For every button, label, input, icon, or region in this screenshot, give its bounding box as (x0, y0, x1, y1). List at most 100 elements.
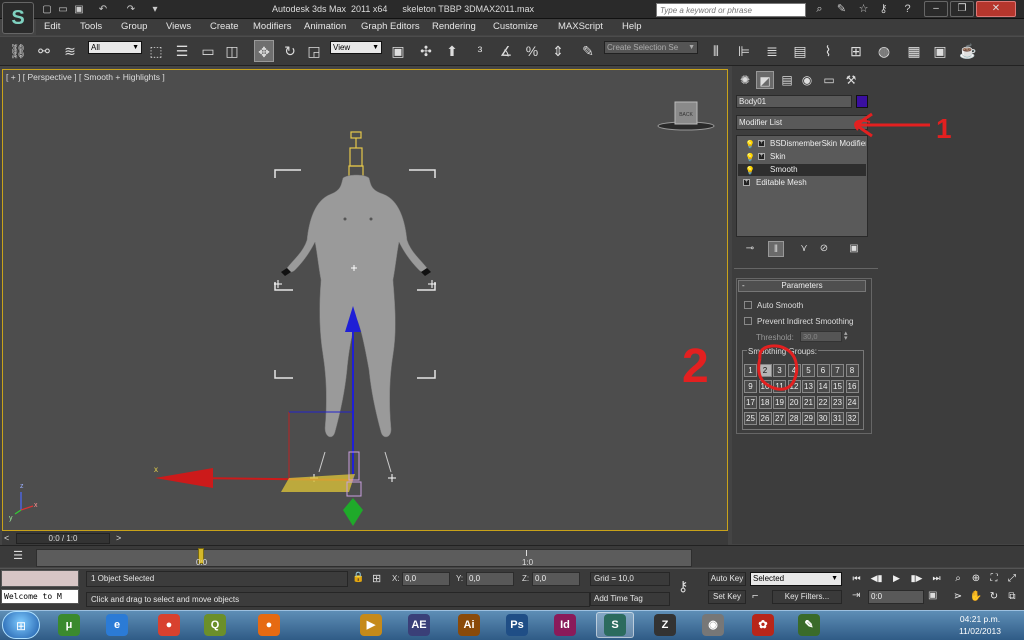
key-selection-dropdown[interactable]: Selected ▼ (750, 572, 842, 586)
smoothing-group-25-button[interactable]: 25 (744, 412, 757, 425)
lock-selection-icon[interactable]: 🔒 (352, 572, 364, 583)
create-tab-icon[interactable]: ✺ (736, 71, 754, 89)
head-bone[interactable] (348, 131, 364, 179)
render-setup-icon[interactable]: ▦ (904, 40, 924, 62)
menu-graph-editors[interactable]: Graph Editors (361, 21, 420, 32)
unlink-icon[interactable]: ⚯ (34, 40, 54, 62)
taskbar-paint-app-icon[interactable]: ✎ (790, 612, 828, 638)
bind-space-warp-icon[interactable]: ≋ (60, 40, 80, 62)
display-tab-icon[interactable]: ▭ (820, 71, 838, 89)
time-configuration-icon[interactable]: ▣ (928, 590, 937, 601)
taskbar-slide-app-icon[interactable]: ▶ (352, 612, 390, 638)
spinner-snap-icon[interactable]: ⇕ (548, 40, 568, 62)
add-time-tag-button[interactable]: Add Time Tag (590, 592, 670, 606)
rect-selection-icon[interactable]: ▭ (198, 40, 218, 62)
menu-modifiers[interactable]: Modifiers (253, 21, 292, 32)
taskbar-photoshop-icon[interactable]: Ps (498, 612, 536, 638)
smoothing-group-26-button[interactable]: 26 (758, 412, 772, 425)
menu-animation[interactable]: Animation (304, 21, 346, 32)
menu-maxscript[interactable]: MAXScript (558, 21, 603, 32)
help-icon[interactable]: ? (900, 2, 915, 17)
select-manipulate-icon[interactable]: ✣ (416, 40, 436, 62)
graphite-ribbon-icon[interactable]: ▤ (790, 40, 810, 62)
taskbar-chrome-icon[interactable]: ● (150, 612, 188, 638)
taskbar-internet-explorer-icon[interactable]: e (98, 612, 136, 638)
star-icon[interactable]: ☆ (856, 2, 871, 17)
default-in-out-tangents-icon[interactable]: ⌐ (752, 590, 758, 602)
select-by-name-icon[interactable]: ☰ (172, 40, 192, 62)
save-icon[interactable]: ▣ (72, 3, 86, 16)
track-bar-area[interactable] (36, 549, 692, 567)
select-object-icon[interactable]: ⬚ (146, 40, 166, 62)
layer-manager-icon[interactable]: ≣ (762, 40, 782, 62)
menu-help[interactable]: Help (622, 21, 642, 32)
zoom-all-icon[interactable]: ⊕ (968, 571, 984, 586)
smoothing-group-31-button[interactable]: 31 (831, 412, 844, 425)
percent-snap-icon[interactable]: % (522, 40, 542, 62)
taskbar-3dsmax-icon[interactable]: S (596, 612, 634, 638)
mini-curve-editor-icon[interactable]: ☰ (8, 549, 28, 563)
key-mode-toggle-icon[interactable]: ⇥ (852, 590, 860, 601)
x-coord-field[interactable]: 0,0 (402, 572, 450, 586)
menu-group[interactable]: Group (121, 21, 147, 32)
named-selection-dropdown[interactable]: Create Selection Se ▼ (604, 41, 698, 54)
start-button[interactable]: ⊞ (2, 611, 40, 639)
window-crossing-icon[interactable]: ◫ (222, 40, 242, 62)
minimize-icon[interactable]: – (924, 1, 948, 17)
menu-rendering[interactable]: Rendering (432, 21, 476, 32)
next-frame-button[interactable]: > (116, 533, 121, 543)
new-file-icon[interactable]: ▢ (40, 3, 54, 16)
angle-snap-icon[interactable]: ∡ (496, 40, 516, 62)
smoothing-group-27-button[interactable]: 27 (773, 412, 786, 425)
pivot-center-icon[interactable]: ▣ (388, 40, 408, 62)
select-rotate-icon[interactable]: ↻ (280, 40, 300, 62)
taskbar-illustrator-icon[interactable]: Ai (450, 612, 488, 638)
utilities-tab-icon[interactable]: ⚒ (842, 71, 860, 89)
play-icon[interactable]: ▶ (888, 571, 905, 586)
snaps-toggle-icon[interactable]: ³ (470, 40, 490, 62)
orbit-icon[interactable]: ↻ (986, 589, 1002, 604)
search-tools-icon[interactable]: ✎ (834, 2, 849, 17)
next-frame-icon[interactable]: ▮▶ (908, 571, 925, 586)
rendered-frame-icon[interactable]: ▣ (930, 40, 950, 62)
menu-views[interactable]: Views (166, 21, 191, 32)
smoothing-group-32-button[interactable]: 32 (845, 412, 859, 425)
auto-key-button[interactable]: Auto Key (708, 572, 746, 586)
time-slider-readout[interactable]: 0:0 / 1:0 (16, 533, 110, 544)
taskbar-after-effects-icon[interactable]: AE (400, 612, 438, 638)
current-frame-field[interactable]: 0:0 (868, 590, 924, 604)
hierarchy-tab-icon[interactable]: ▤ (778, 71, 796, 89)
material-editor-icon[interactable]: ◍ (874, 40, 894, 62)
zoom-icon[interactable]: ⌕ (950, 571, 966, 586)
schematic-view-icon[interactable]: ⊞ (846, 40, 866, 62)
render-production-icon[interactable]: ☕ (958, 40, 978, 62)
zoom-extents-all-icon[interactable]: ⤢ (1004, 571, 1020, 586)
undo-icon[interactable]: ↶ (96, 3, 110, 16)
motion-tab-icon[interactable]: ◉ (798, 71, 816, 89)
reference-coord-dropdown[interactable]: View ▼ (330, 41, 382, 54)
maximize-icon[interactable]: ❐ (950, 1, 974, 17)
taskbar-firefox-icon[interactable]: ● (250, 612, 288, 638)
body-mesh[interactable] (286, 174, 428, 438)
prev-frame-button[interactable]: < (4, 533, 9, 543)
open-file-icon[interactable]: ▭ (56, 3, 70, 16)
mirror-icon[interactable]: ⫴ (706, 40, 726, 62)
taskbar-utorrent-icon[interactable]: μ (50, 612, 88, 638)
smoothing-group-30-button[interactable]: 30 (816, 412, 830, 425)
set-key-button[interactable]: Set Key (708, 590, 746, 604)
maximize-viewport-icon[interactable]: ⧉ (1004, 589, 1020, 604)
menu-customize[interactable]: Customize (493, 21, 538, 32)
previous-frame-icon[interactable]: ◀▮ (868, 571, 885, 586)
key-filters-button[interactable]: Key Filters... (772, 590, 842, 604)
taskbar-zbrush-icon[interactable]: Z (646, 612, 684, 638)
binoculars-icon[interactable]: ⌕ (812, 2, 827, 17)
edit-named-selection-icon[interactable]: ✎ (578, 40, 598, 62)
select-scale-icon[interactable]: ◲ (304, 40, 324, 62)
smoothing-group-28-button[interactable]: 28 (787, 412, 801, 425)
select-move-icon[interactable]: ✥ (254, 40, 274, 62)
viewport-label[interactable]: [ + ] [ Perspective ] [ Smooth + Highlig… (6, 72, 165, 82)
zoom-extents-icon[interactable]: ⛶ (986, 571, 1002, 586)
system-clock[interactable]: 04:21 p.m. 11/02/2013 (938, 613, 1022, 637)
keyboard-shortcut-toggle-icon[interactable]: ⬆ (442, 40, 462, 62)
selection-filter-dropdown[interactable]: All ▼ (88, 41, 142, 54)
